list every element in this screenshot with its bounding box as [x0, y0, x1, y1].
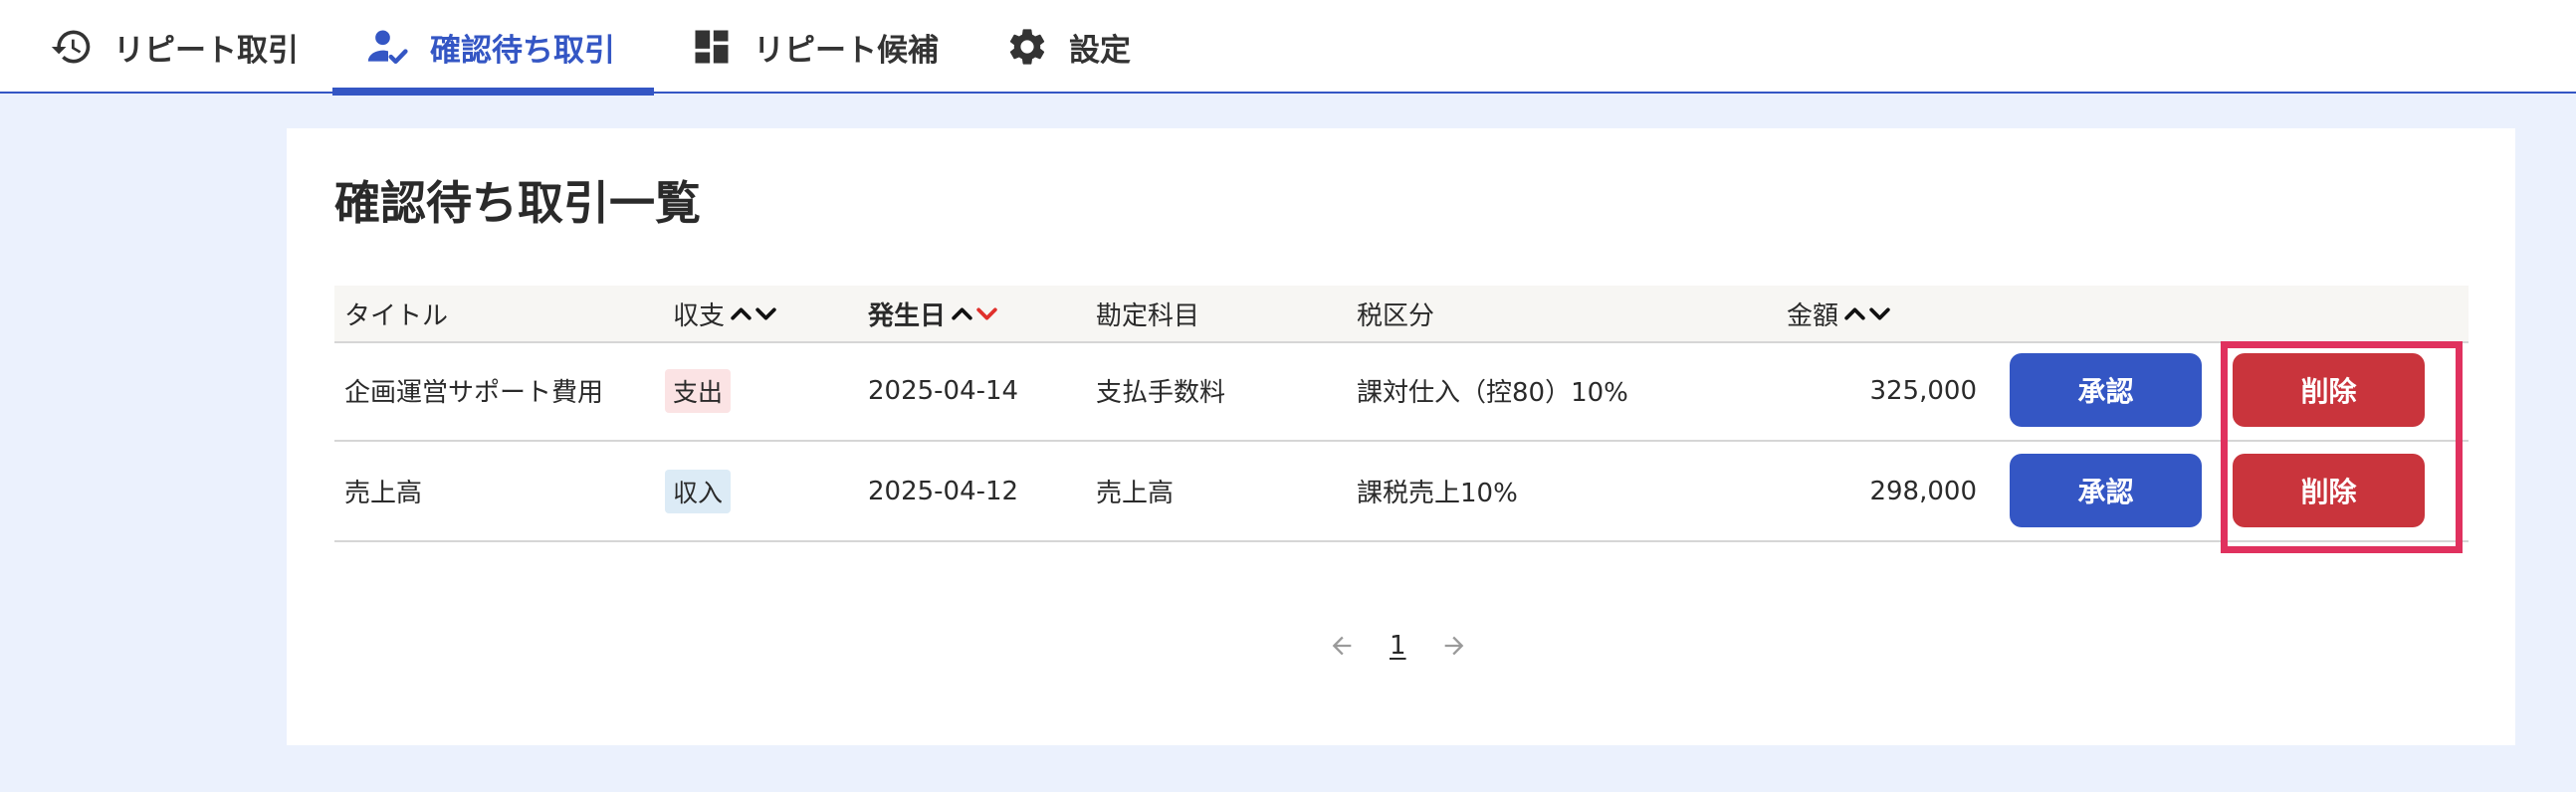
page-title: 確認待ち取引一覧: [334, 176, 701, 230]
tab-settings[interactable]: 設定: [1005, 0, 1131, 94]
chevron-up-icon: [952, 306, 972, 320]
status-badge: 支出: [665, 368, 732, 413]
pagination: 1: [1328, 621, 1468, 671]
tab-label: リピート候補: [753, 32, 939, 69]
history-icon: [51, 30, 91, 64]
approve-button[interactable]: 承認: [2010, 454, 2202, 527]
sort-toggle[interactable]: [950, 301, 999, 326]
delete-button[interactable]: 削除: [2233, 353, 2425, 427]
status-badge: 収入: [665, 469, 732, 513]
chevron-down-icon: [1869, 306, 1890, 320]
cell-type: 支出: [665, 341, 732, 440]
user-check-icon: [367, 30, 408, 65]
next-page-button[interactable]: [1440, 632, 1468, 660]
column-header-account: 勘定科目: [1096, 300, 1200, 331]
tab-label: リピート取引: [113, 32, 299, 69]
arrow-right-icon: [1444, 636, 1463, 656]
cell-title: 売上高: [344, 479, 423, 508]
tab-label: 設定: [1069, 32, 1131, 69]
tab-label: 確認待ち取引: [430, 32, 615, 69]
dashboard-icon: [695, 30, 729, 64]
column-header-date[interactable]: 発生日: [868, 286, 999, 341]
column-header-title: タイトル: [344, 300, 449, 331]
cell-amount: 325,000: [1869, 375, 1977, 406]
column-header-amount[interactable]: 金額: [1787, 286, 1892, 341]
arrow-left-icon: [1332, 636, 1352, 656]
table-header: タイトル 収支 発生日 勘定科目 税区分 金額: [334, 286, 2469, 343]
chevron-down-icon: [976, 306, 997, 320]
sort-toggle[interactable]: [1842, 301, 1892, 326]
table-row: 売上高 収入 2025-04-12 売上高 課税売上10% 298,000 承認…: [334, 442, 2469, 542]
cell-date: 2025-04-14: [868, 375, 1019, 406]
chevron-up-icon: [1844, 306, 1865, 320]
column-header-type[interactable]: 収支: [673, 286, 778, 341]
cell-amount: 298,000: [1869, 476, 1977, 506]
chevron-down-icon: [755, 306, 776, 320]
cell-date: 2025-04-12: [868, 476, 1019, 506]
tab-pending-transactions[interactable]: 確認待ち取引: [332, 0, 654, 96]
table-row: 企画運営サポート費用 支出 2025-04-14 支払手数料 課対仕入（控80）…: [334, 341, 2469, 442]
tab-bar: リピート取引 確認待ち取引 リピート候補 設定: [0, 0, 2576, 96]
cell-type: 収入: [665, 442, 732, 540]
cell-tax: 課税売上10%: [1357, 479, 1518, 508]
chevron-up-icon: [731, 306, 751, 320]
column-header-tax: 税区分: [1357, 300, 1435, 331]
prev-page-button[interactable]: [1328, 632, 1356, 660]
sort-toggle[interactable]: [729, 301, 778, 326]
cell-account: 売上高: [1096, 479, 1175, 508]
main-card: 確認待ち取引一覧 タイトル 収支 発生日 勘定科目 税区分 金額 企画運営サポー…: [287, 128, 2515, 745]
tab-repeat-candidates[interactable]: リピート候補: [690, 0, 939, 94]
gear-icon: [1009, 29, 1045, 65]
page-number-link[interactable]: 1: [1390, 631, 1406, 661]
approve-button[interactable]: 承認: [2010, 353, 2202, 427]
cell-account: 支払手数料: [1096, 378, 1226, 408]
cell-title: 企画運営サポート費用: [344, 378, 604, 408]
tab-repeat-transactions[interactable]: リピート取引: [50, 0, 299, 94]
delete-button[interactable]: 削除: [2233, 454, 2425, 527]
cell-tax: 課対仕入（控80）10%: [1357, 378, 1628, 408]
